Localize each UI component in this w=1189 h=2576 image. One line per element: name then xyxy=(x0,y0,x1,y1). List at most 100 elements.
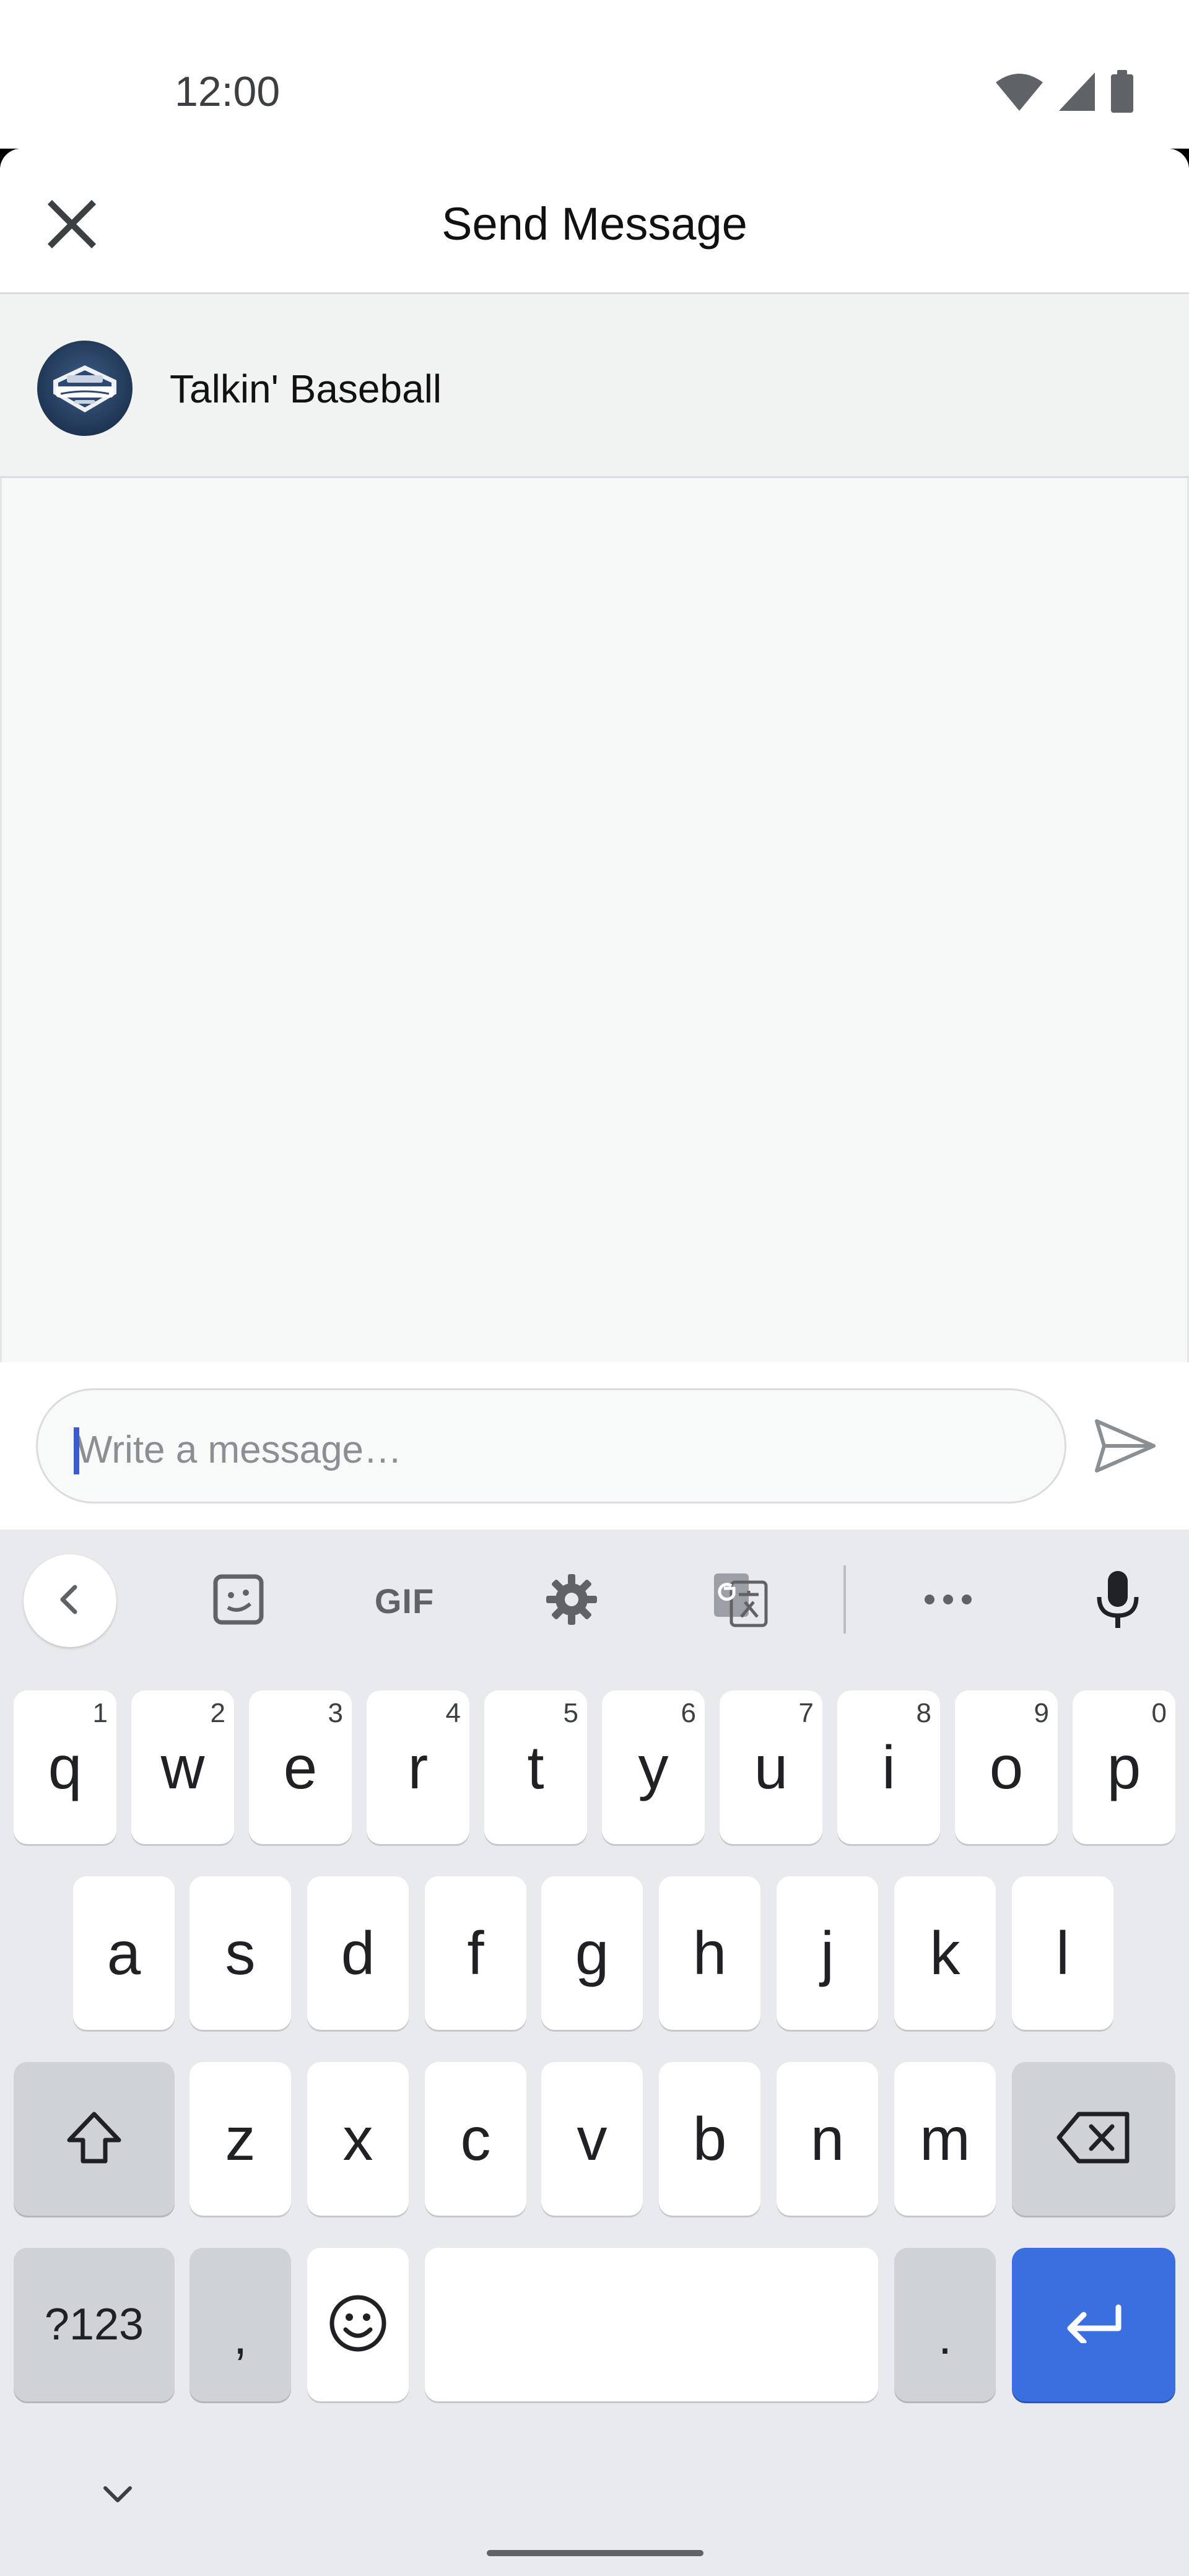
gif-label: GIF xyxy=(374,1581,435,1621)
key-y[interactable]: y6 xyxy=(602,1690,705,1844)
key-label: o xyxy=(989,1733,1024,1801)
backspace-key[interactable] xyxy=(1012,2062,1175,2216)
key-label: w xyxy=(160,1733,205,1801)
key-hint: 6 xyxy=(681,1698,696,1728)
key-hint: 5 xyxy=(563,1698,578,1728)
key-label: u xyxy=(754,1733,788,1801)
key-label: a xyxy=(107,1919,141,1987)
symbols-key[interactable]: ?123 xyxy=(14,2248,175,2401)
key-o[interactable]: o9 xyxy=(955,1690,1058,1844)
settings-button[interactable] xyxy=(525,1554,618,1647)
key-k[interactable]: k xyxy=(894,1876,996,2030)
enter-icon xyxy=(1063,2304,1125,2346)
shift-icon xyxy=(64,2108,124,2170)
key-p[interactable]: p0 xyxy=(1073,1690,1175,1844)
send-button[interactable] xyxy=(1085,1407,1165,1487)
key-label: . xyxy=(938,2309,952,2364)
backspace-icon xyxy=(1055,2110,1132,2168)
shift-key[interactable] xyxy=(14,2062,175,2216)
key-hint: 7 xyxy=(798,1698,814,1728)
chevron-down-icon xyxy=(100,2483,135,2509)
text-caret xyxy=(74,1427,79,1474)
hide-keyboard-button[interactable] xyxy=(87,2471,149,2520)
symbols-key-label: ?123 xyxy=(44,2300,144,2349)
avatar xyxy=(37,341,133,436)
enter-key[interactable] xyxy=(1012,2248,1175,2401)
more-button[interactable] xyxy=(902,1554,995,1647)
key-x[interactable]: x xyxy=(307,2062,409,2216)
key-hint: 3 xyxy=(328,1698,343,1728)
key-label: e xyxy=(283,1733,318,1801)
key-label: y xyxy=(638,1733,669,1801)
send-icon xyxy=(1093,1417,1157,1477)
message-placeholder: Write a message… xyxy=(76,1429,403,1471)
key-r[interactable]: r4 xyxy=(367,1690,469,1844)
home-indicator[interactable] xyxy=(487,2550,703,2556)
key-label: i xyxy=(882,1733,895,1801)
emoji-icon xyxy=(328,2294,388,2356)
key-e[interactable]: e3 xyxy=(249,1690,352,1844)
key-g[interactable]: g xyxy=(541,1876,643,2030)
gear-icon xyxy=(544,1572,599,1630)
recipient-name: Talkin' Baseball xyxy=(170,367,442,411)
keyboard: GIF q1 w2 e3 r4 t5 y6 u7 i8 o9 p 0 a s d… xyxy=(0,1530,1189,2576)
sticker-icon xyxy=(211,1572,266,1630)
page-title: Send Message xyxy=(442,198,747,250)
key-z[interactable]: z xyxy=(189,2062,291,2216)
translate-button[interactable] xyxy=(694,1554,786,1647)
key-label: k xyxy=(930,1919,960,1987)
key-q[interactable]: q1 xyxy=(14,1690,116,1844)
wifi-icon xyxy=(995,71,1044,112)
compose-bar: Write a message… xyxy=(0,1362,1189,1530)
space-key[interactable] xyxy=(425,2248,878,2401)
key-label: l xyxy=(1056,1919,1069,1987)
key-hint: 8 xyxy=(916,1698,931,1728)
key-label: r xyxy=(407,1733,429,1801)
key-h[interactable]: h xyxy=(659,1876,760,2030)
emoji-key[interactable] xyxy=(307,2248,409,2401)
key-n[interactable]: n xyxy=(777,2062,878,2216)
sheet-header: Send Message xyxy=(0,149,1189,294)
voice-input-button[interactable] xyxy=(1071,1554,1164,1647)
key-hint: 0 xyxy=(1151,1698,1167,1728)
signal-icon xyxy=(1058,71,1096,112)
sticker-button[interactable] xyxy=(192,1554,285,1647)
key-b[interactable]: b xyxy=(659,2062,760,2216)
gif-button[interactable]: GIF xyxy=(358,1554,451,1647)
key-w[interactable]: w2 xyxy=(131,1690,234,1844)
battery-icon xyxy=(1110,70,1135,113)
key-f[interactable]: f xyxy=(425,1876,526,2030)
key-m[interactable]: m xyxy=(894,2062,996,2216)
more-icon xyxy=(920,1590,976,1612)
key-l[interactable]: l xyxy=(1012,1876,1113,2030)
toolbar-divider xyxy=(843,1565,846,1634)
key-label: j xyxy=(821,1919,834,1987)
chevron-left-icon xyxy=(53,1582,87,1620)
key-j[interactable]: j xyxy=(777,1876,878,2030)
key-label: z xyxy=(225,2105,256,2173)
key-hint: 4 xyxy=(445,1698,461,1728)
comma-key[interactable]: , xyxy=(189,2248,291,2401)
key-v[interactable]: v xyxy=(541,2062,643,2216)
key-c[interactable]: c xyxy=(425,2062,526,2216)
key-label: n xyxy=(810,2105,845,2173)
key-t[interactable]: t5 xyxy=(484,1690,587,1844)
key-s[interactable]: s xyxy=(189,1876,291,2030)
key-label: t xyxy=(527,1733,544,1801)
key-u[interactable]: u7 xyxy=(720,1690,822,1844)
key-i[interactable]: i8 xyxy=(837,1690,940,1844)
key-label: b xyxy=(692,2105,727,2173)
key-label: v xyxy=(577,2105,608,2173)
key-label: f xyxy=(467,1919,484,1987)
key-a[interactable]: a xyxy=(73,1876,175,2030)
key-label: d xyxy=(341,1919,375,1987)
key-label: s xyxy=(225,1919,256,1987)
toolbar-back-button[interactable] xyxy=(24,1554,116,1647)
key-d[interactable]: d xyxy=(307,1876,409,2030)
translate-icon xyxy=(710,1570,770,1632)
key-label: h xyxy=(692,1919,727,1987)
status-icons xyxy=(995,67,1135,116)
period-key[interactable]: . xyxy=(894,2248,996,2401)
message-input[interactable]: Write a message… xyxy=(36,1388,1066,1503)
key-label: m xyxy=(920,2105,970,2173)
